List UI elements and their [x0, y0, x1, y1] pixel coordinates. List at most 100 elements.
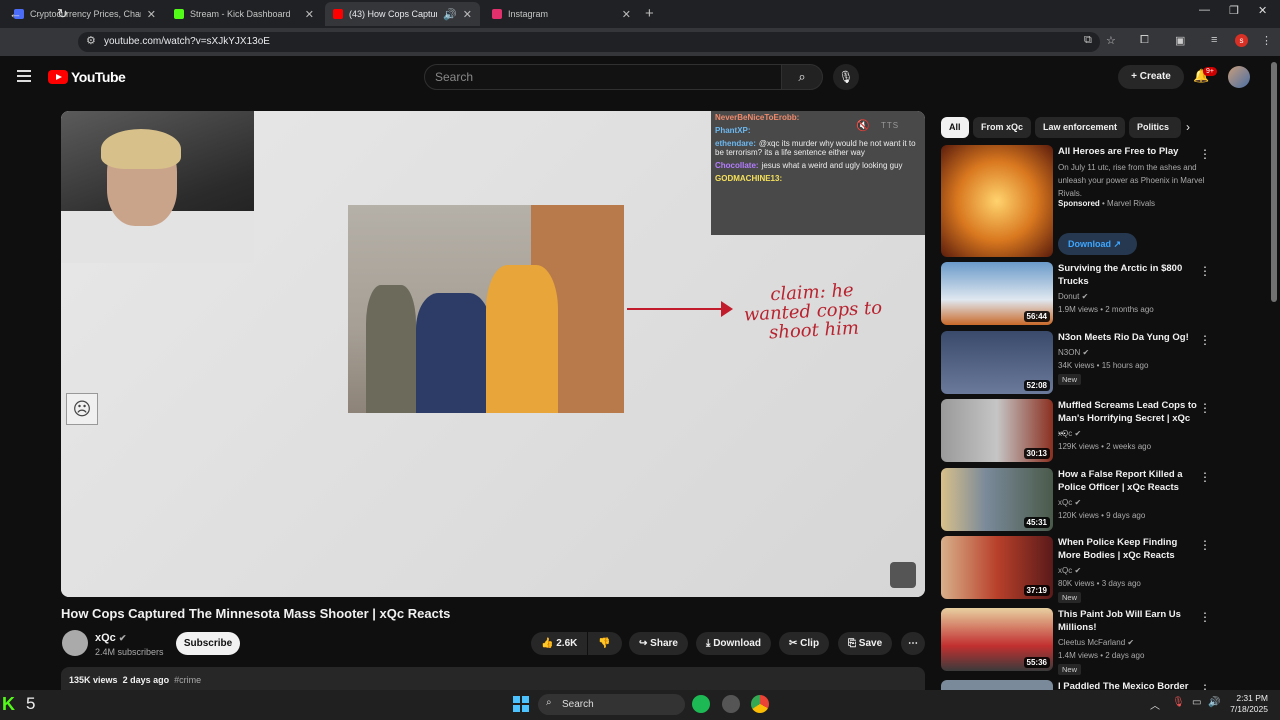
channel-avatar[interactable]	[62, 630, 88, 656]
video-player[interactable]: claim: he wanted cops to shoot him Never…	[61, 111, 925, 597]
ad-download-button[interactable]: Download ↗	[1058, 233, 1137, 255]
new-tab-button[interactable]: +	[645, 5, 654, 22]
youtube-logo[interactable]: YouTube	[48, 69, 126, 85]
hashtag[interactable]: #crime	[174, 675, 201, 685]
voice-search-button[interactable]: 🎙	[833, 64, 859, 90]
channel-name[interactable]: xQc ✔	[95, 632, 126, 644]
profile-icon[interactable]: s	[1235, 34, 1248, 47]
recommendation-item[interactable]: 52:08 N3on Meets Rio Da Yung Og! N3ON ✔ …	[941, 331, 1211, 395]
ad-thumbnail[interactable]	[941, 145, 1053, 257]
page-scrollbar[interactable]	[1271, 62, 1277, 302]
recommendation-title[interactable]: Surviving the Arctic in $800 Trucks	[1058, 262, 1198, 288]
media-control-icon[interactable]: ≡	[1211, 34, 1217, 46]
video-thumbnail[interactable]: 56:44	[941, 262, 1053, 325]
taskbar-clock[interactable]: 2:31 PM 7/18/2025	[1224, 693, 1268, 715]
channel-line[interactable]: Donut ✔	[1058, 290, 1208, 303]
video-thumbnail[interactable]: 37:19	[941, 536, 1053, 599]
tab-kick[interactable]: Stream - Kick Dashboard ✕	[166, 2, 322, 26]
tray-chevron-icon[interactable]: ︿	[1150, 697, 1160, 712]
forward-icon[interactable]: →	[33, 6, 46, 21]
extensions-icon[interactable]: ⧠	[1140, 34, 1149, 47]
clip-button[interactable]: ✂ Clip	[779, 632, 830, 655]
video-thumbnail[interactable]: 52:08	[941, 331, 1053, 394]
more-options-icon[interactable]: ⋮	[1199, 264, 1211, 278]
ad-title[interactable]: All Heroes are Free to Play	[1058, 145, 1198, 158]
chip-politics[interactable]: Politics	[1129, 117, 1181, 138]
recommendation-item[interactable]: 56:44 Surviving the Arctic in $800 Truck…	[941, 262, 1211, 326]
tab-youtube[interactable]: (43) How Cops Captured Th 🔊 ✕	[325, 2, 480, 26]
recommendation-item[interactable]: 55:36 This Paint Job Will Earn Us Millio…	[941, 608, 1211, 675]
spotify-icon[interactable]	[692, 695, 710, 713]
channel-line[interactable]: xQc ✔	[1058, 427, 1208, 440]
menu-icon[interactable]: ⋮	[1261, 34, 1272, 47]
recommendation-item[interactable]: 37:19 When Police Keep Finding More Bodi…	[941, 536, 1211, 603]
display-tray-icon[interactable]: ▭	[1192, 697, 1201, 708]
close-icon[interactable]: ✕	[305, 8, 314, 21]
tab-crypto[interactable]: Cryptocurrency Prices, Charts A ✕	[6, 2, 164, 26]
recommendation-item[interactable]: 45:31 How a False Report Killed a Police…	[941, 468, 1211, 532]
channel-line[interactable]: Cleetus McFarland ✔	[1058, 636, 1208, 649]
kick-widget-icon[interactable]: K	[2, 694, 15, 715]
channel-line[interactable]: xQc ✔	[1058, 564, 1208, 577]
more-options-icon[interactable]: ⋮	[1199, 610, 1211, 624]
speaker-icon[interactable]: 🔊	[443, 8, 457, 21]
more-options-icon[interactable]: ⋮	[1199, 470, 1211, 484]
more-options-icon[interactable]: ⋮	[1199, 147, 1211, 161]
site-info-icon[interactable]: ⚙	[86, 34, 96, 47]
channel-line[interactable]: xQc ✔	[1058, 496, 1208, 509]
dislike-button[interactable]: 👎	[588, 632, 622, 655]
create-button[interactable]: + Create	[1118, 65, 1184, 89]
search-button[interactable]: ⌕	[781, 64, 823, 90]
recommendation-title[interactable]: I Paddled The Mexico Border On	[1058, 680, 1198, 690]
recommendation-item[interactable]: I Paddled The Mexico Border On ⋮	[941, 680, 1211, 690]
more-options-icon[interactable]: ⋮	[1199, 538, 1211, 552]
recommendation-item[interactable]: 30:13 Muffled Screams Lead Cops to Man's…	[941, 399, 1211, 463]
account-avatar[interactable]	[1228, 66, 1250, 88]
video-thumbnail[interactable]: 45:31	[941, 468, 1053, 531]
chip-from-xqc[interactable]: From xQc	[973, 117, 1032, 138]
hamburger-menu-icon[interactable]	[17, 70, 31, 85]
recommendation-title[interactable]: How a False Report Killed a Police Offic…	[1058, 468, 1198, 494]
chip-all[interactable]: All	[941, 117, 969, 138]
app-icon[interactable]	[722, 695, 740, 713]
more-actions-button[interactable]: ⋯	[901, 632, 925, 655]
chevron-right-icon[interactable]: ›	[1186, 120, 1190, 134]
video-thumbnail[interactable]: 55:36	[941, 608, 1053, 671]
save-button[interactable]: ⎘ Save	[838, 632, 893, 655]
more-options-icon[interactable]: ⋮	[1199, 333, 1211, 347]
close-icon[interactable]: ✕	[147, 8, 156, 21]
recommendation-title[interactable]: When Police Keep Finding More Bodies | x…	[1058, 536, 1198, 562]
minimize-icon[interactable]: —	[1199, 4, 1210, 16]
close-icon[interactable]: ✕	[622, 8, 631, 21]
speaker-tray-icon[interactable]: 🔊	[1208, 697, 1220, 708]
reload-icon[interactable]: ↻	[57, 6, 68, 22]
subscribe-button[interactable]: Subscribe	[176, 632, 240, 655]
close-icon[interactable]: ✕	[463, 8, 472, 21]
mic-tray-icon[interactable]: 🎙	[1172, 697, 1185, 708]
back-icon[interactable]: ←	[9, 6, 22, 21]
windows-start-icon[interactable]	[513, 696, 529, 712]
taskbar-search[interactable]: Search	[538, 694, 685, 715]
more-options-icon[interactable]: ⋮	[1199, 401, 1211, 415]
close-window-icon[interactable]: ✕	[1258, 4, 1267, 17]
video-thumbnail[interactable]: 30:13	[941, 399, 1053, 462]
like-button[interactable]: 👍 2.6K	[531, 632, 587, 655]
channel-line[interactable]: N3ON ✔	[1058, 346, 1208, 359]
maximize-icon[interactable]: ❐	[1229, 4, 1239, 17]
chip-law-enforcement[interactable]: Law enforcement	[1035, 117, 1126, 138]
more-options-icon[interactable]: ⋮	[1199, 682, 1211, 690]
install-icon[interactable]: ⧉	[1084, 34, 1092, 47]
chrome-icon[interactable]	[751, 695, 769, 713]
bookmark-star-icon[interactable]: ☆	[1106, 34, 1116, 47]
channel-watermark[interactable]	[890, 562, 916, 588]
recommendation-title[interactable]: N3on Meets Rio Da Yung Og!	[1058, 331, 1198, 344]
search-input[interactable]: Search	[424, 64, 782, 90]
recommendation-title[interactable]: This Paint Job Will Earn Us Millions!	[1058, 608, 1198, 634]
ad-item[interactable]: All Heroes are Free to Play On July 11 u…	[941, 145, 1211, 257]
download-button[interactable]: ⤓ Download	[696, 632, 771, 655]
sidepanel-icon[interactable]: ▣	[1175, 34, 1185, 47]
video-thumbnail[interactable]	[941, 680, 1053, 690]
tab-instagram[interactable]: Instagram ✕	[484, 2, 639, 26]
share-button[interactable]: ↪ Share	[629, 632, 688, 655]
address-bar[interactable]: youtube.com/watch?v=sXJkYJX13oE	[78, 32, 1100, 52]
